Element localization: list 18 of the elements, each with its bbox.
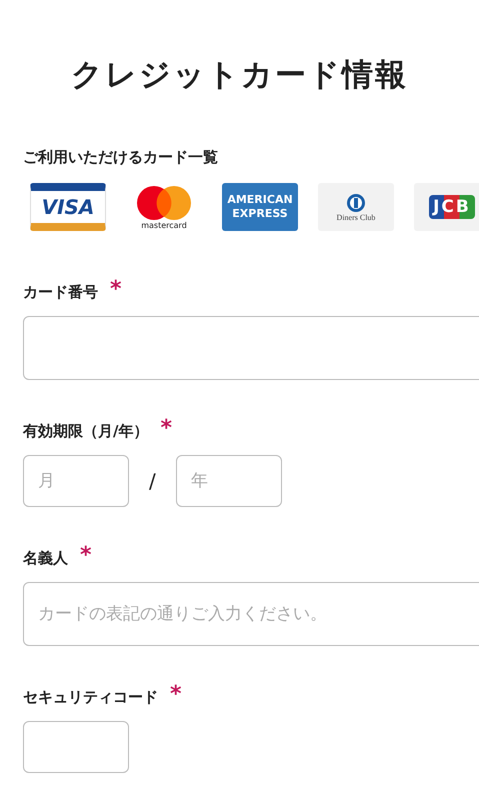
code-field[interactable]: [23, 721, 129, 773]
date-separator: /: [149, 469, 156, 493]
field-label: 有効期限（月/年）: [23, 422, 148, 441]
logo-text: mastercard: [141, 220, 187, 230]
field-label: セキュリティコード: [23, 688, 158, 707]
field-label: カード番号: [23, 283, 98, 302]
circles-icon: [134, 184, 194, 220]
logo-text: VISA: [42, 195, 94, 219]
year-field[interactable]: 年: [176, 455, 282, 507]
text-field[interactable]: [23, 316, 479, 380]
section-label: ご利用いただけるカード一覧: [23, 148, 218, 167]
text-field[interactable]: カードの表記の通りご入力ください。: [23, 582, 479, 646]
circle-icon: [346, 192, 366, 212]
field-label: 名義人: [23, 549, 68, 568]
month-field[interactable]: 月: [23, 455, 129, 507]
logo-text: AMERICAN EXPRESS: [226, 193, 294, 221]
logo-text: Diners Club: [336, 212, 376, 222]
page-title: クレジットカード情報: [70, 56, 409, 92]
